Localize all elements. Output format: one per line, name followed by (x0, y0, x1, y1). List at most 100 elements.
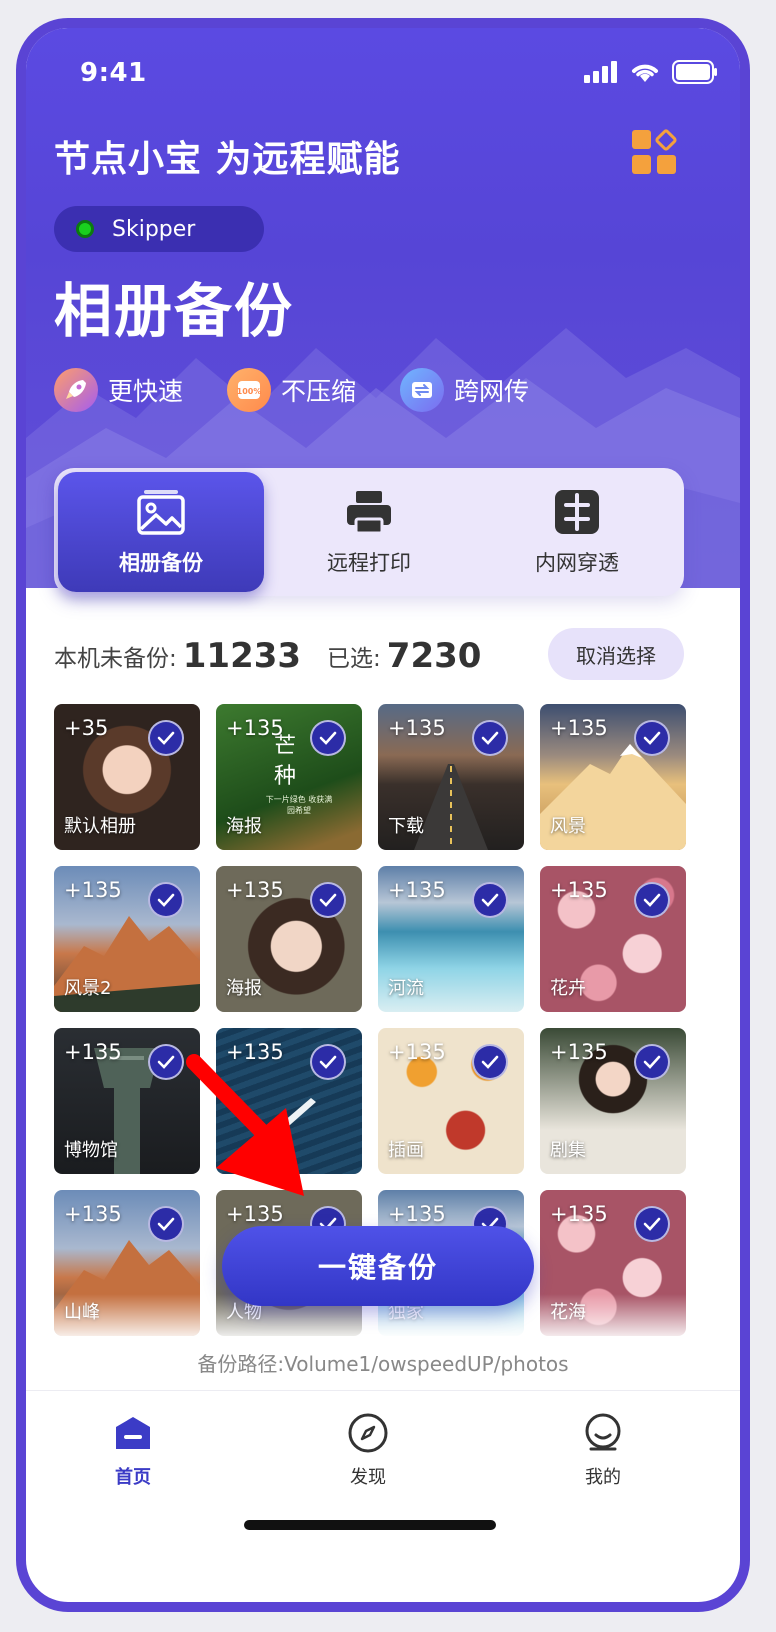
tab-label: 内网穿透 (535, 551, 619, 575)
album-name: 花卉 (550, 978, 586, 999)
album-count: +135 (388, 1040, 446, 1064)
home-icon (116, 1417, 150, 1449)
album-name: 海报 (226, 978, 262, 999)
album-tile[interactable]: +135 花卉 (540, 866, 686, 1012)
check-icon[interactable] (148, 1206, 184, 1242)
check-icon[interactable] (148, 1044, 184, 1080)
check-icon[interactable] (310, 882, 346, 918)
wifi-icon (632, 64, 658, 82)
selected-label: 已选: (327, 646, 381, 672)
check-icon[interactable] (472, 720, 508, 756)
device-selector[interactable]: Skipper (54, 206, 264, 252)
feature-cross-network: 跨网传 (400, 368, 529, 412)
nav-profile[interactable]: 我的 (543, 1411, 663, 1489)
signal-icon (584, 61, 617, 83)
check-icon[interactable] (148, 720, 184, 756)
poster-title: 芒种 (274, 734, 297, 789)
album-name: 下载 (388, 816, 424, 837)
status-icons (584, 60, 718, 84)
app-headline: 节点小宝 为远程赋能 (54, 139, 401, 180)
check-icon[interactable] (148, 882, 184, 918)
photo-album-icon (137, 490, 185, 535)
check-icon[interactable] (634, 882, 670, 918)
selected-count: 7230 (386, 636, 482, 676)
feature-no-compress: 100% 不压缩 (227, 368, 356, 412)
album-count: +135 (388, 716, 446, 740)
svg-text:100%: 100% (237, 387, 262, 396)
album-tile[interactable]: +135 (216, 1028, 362, 1174)
album-count: +35 (64, 716, 109, 740)
page-title: 相册备份 (54, 277, 295, 345)
album-name: 海报 (226, 816, 262, 837)
check-icon[interactable] (310, 720, 346, 756)
album-tile[interactable]: +135 河流 (378, 866, 524, 1012)
transfer-icon (400, 368, 445, 412)
album-count: +135 (226, 1040, 284, 1064)
status-bar: 9:41 (26, 28, 740, 108)
album-tile[interactable]: +135 剧集 (540, 1028, 686, 1174)
nav-label: 首页 (115, 1467, 151, 1488)
album-name: 博物馆 (64, 1140, 118, 1161)
feature-fast: 更快速 (54, 368, 183, 412)
tab-album-backup[interactable]: 相册备份 (58, 472, 264, 592)
nav-discover[interactable]: 发现 (308, 1411, 428, 1489)
album-count: +135 (64, 1202, 122, 1226)
album-tile[interactable]: +135 插画 (378, 1028, 524, 1174)
nav-label: 发现 (350, 1467, 386, 1488)
tab-intranet-penetration[interactable]: 内网穿透 (474, 472, 680, 592)
feature-label: 不压缩 (281, 377, 357, 406)
tab-label: 远程打印 (327, 551, 411, 575)
album-tile[interactable]: +135 博物馆 (54, 1028, 200, 1174)
album-name: 插画 (388, 1140, 424, 1161)
check-icon[interactable] (472, 882, 508, 918)
album-count: +135 (388, 1202, 446, 1226)
one-click-backup-button[interactable]: 一键备份 (222, 1226, 534, 1306)
check-icon[interactable] (634, 1044, 670, 1080)
album-count: +135 (388, 878, 446, 902)
album-name: 河流 (388, 978, 424, 999)
album-tile[interactable]: +135 风景 (540, 704, 686, 850)
function-tabs: 相册备份 远程打印 内网穿透 (54, 468, 684, 596)
album-count: +135 (550, 1202, 608, 1226)
phone-frame: 9:41 节点小宝 为远程赋能 Skipper 相册备份 更快速 100% 不压… (16, 18, 750, 1612)
nav-home[interactable]: 首页 (73, 1411, 193, 1489)
backup-path: 备份路径:Volume1/owspeedUP/photos (197, 1352, 569, 1376)
bottom-nav: 首页 发现 我的 (26, 1390, 740, 1512)
album-count: +135 (550, 716, 608, 740)
album-count: +135 (550, 878, 608, 902)
profile-icon (585, 1413, 621, 1451)
printer-icon (347, 491, 391, 535)
nav-label: 我的 (585, 1467, 621, 1488)
album-tile[interactable]: 芒种 下一片绿色 收获满园希望 +135 海报 (216, 704, 362, 850)
album-count: +135 (550, 1040, 608, 1064)
album-name: 风景 (550, 816, 586, 837)
apps-grid-icon[interactable] (630, 128, 678, 176)
feature-label: 更快速 (108, 377, 184, 406)
poster-caption: 下一片绿色 收获满园希望 (265, 795, 333, 815)
unbacked-count: 11233 (182, 636, 302, 676)
album-tile[interactable]: +135 海报 (216, 866, 362, 1012)
battery-icon (672, 60, 717, 84)
album-tile[interactable]: +135 风景2 (54, 866, 200, 1012)
album-count: +135 (226, 716, 284, 740)
tunnel-icon (555, 490, 599, 534)
tab-label: 相册备份 (119, 551, 203, 575)
feature-list: 更快速 100% 不压缩 跨网传 (54, 368, 551, 412)
device-name: Skipper (112, 216, 196, 242)
check-icon[interactable] (310, 1044, 346, 1080)
album-name: 风景2 (64, 978, 112, 999)
album-count: +135 (226, 1202, 284, 1226)
compass-icon (348, 1413, 388, 1453)
check-icon[interactable] (634, 1206, 670, 1242)
album-tile[interactable]: +135 下载 (378, 704, 524, 850)
album-name: 默认相册 (64, 816, 136, 837)
feature-label: 跨网传 (454, 377, 530, 406)
check-icon[interactable] (472, 1044, 508, 1080)
cancel-selection-button[interactable]: 取消选择 (548, 628, 684, 680)
album-tile[interactable]: +35 默认相册 (54, 704, 200, 850)
album-count: +135 (64, 878, 122, 902)
unbacked-label: 本机未备份: (54, 646, 177, 672)
tab-remote-print[interactable]: 远程打印 (266, 472, 472, 592)
check-icon[interactable] (634, 720, 670, 756)
album-name: 剧集 (550, 1140, 586, 1161)
